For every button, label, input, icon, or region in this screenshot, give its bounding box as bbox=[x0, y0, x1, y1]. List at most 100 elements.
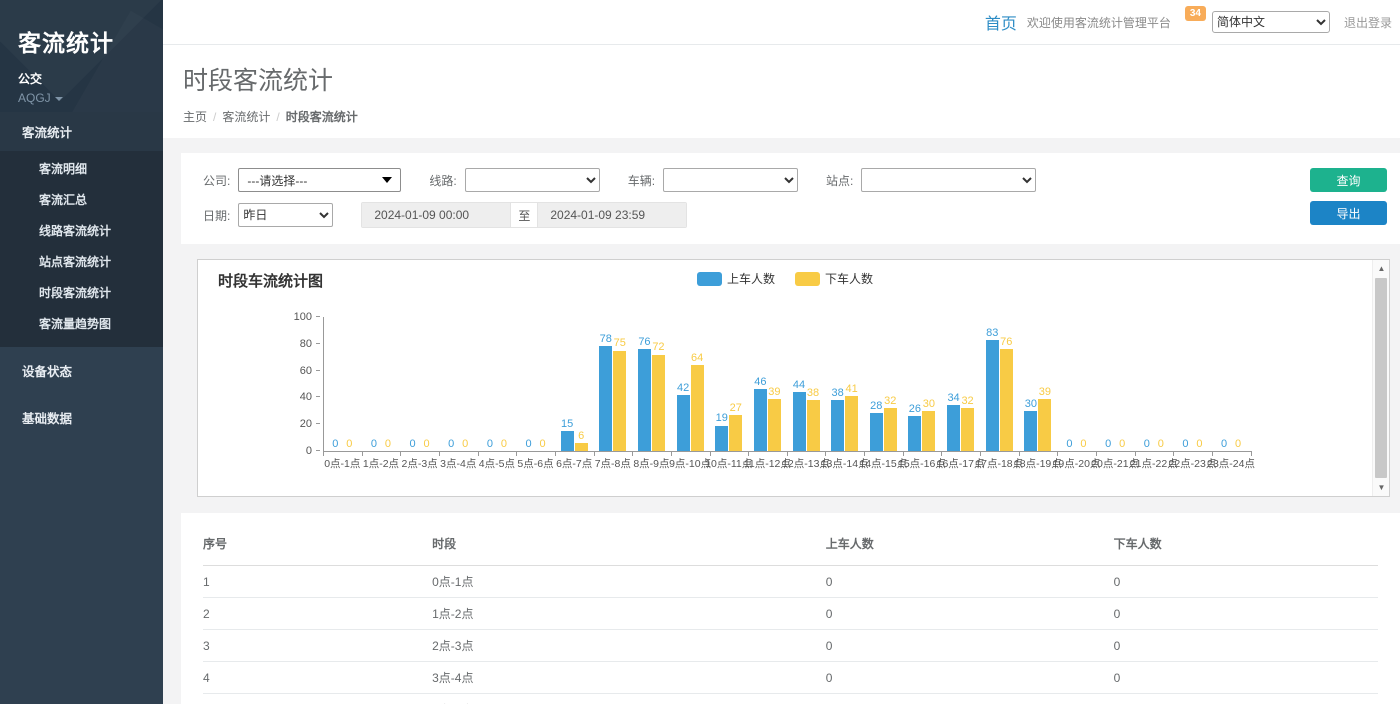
bar-下车人数[interactable] bbox=[691, 365, 704, 451]
bar-group: 30 bbox=[922, 317, 935, 451]
bar-value-label: 34 bbox=[947, 392, 959, 404]
account-dropdown[interactable]: AQGJ bbox=[18, 91, 163, 105]
sidebar-item-客流明细[interactable]: 客流明细 bbox=[0, 153, 163, 184]
bar-上车人数[interactable] bbox=[831, 400, 844, 451]
sidebar-item-站点客流统计[interactable]: 站点客流统计 bbox=[0, 246, 163, 277]
bar-group: 0 bbox=[420, 317, 433, 451]
date-end-input[interactable] bbox=[538, 203, 686, 227]
bar-value-label: 19 bbox=[716, 412, 728, 424]
bar-value-label: 75 bbox=[614, 337, 626, 349]
table-cell: 2点-3点 bbox=[432, 630, 826, 662]
sidebar-item-客流汇总[interactable]: 客流汇总 bbox=[0, 184, 163, 215]
bar-下车人数[interactable] bbox=[884, 408, 897, 451]
bar-value-label: 83 bbox=[986, 327, 998, 339]
x-axis-tick-mark bbox=[825, 452, 826, 456]
bar-上车人数[interactable] bbox=[947, 405, 960, 451]
breadcrumb-item[interactable]: 客流统计 bbox=[222, 110, 270, 124]
bar-上车人数[interactable] bbox=[677, 395, 690, 451]
bar-value-label: 27 bbox=[730, 402, 742, 414]
breadcrumb: 主页/客流统计/时段客流统计 bbox=[183, 108, 1400, 125]
y-axis-tick-mark bbox=[316, 316, 320, 317]
table-cell: 0 bbox=[1114, 694, 1378, 704]
bar-value-label: 42 bbox=[677, 382, 689, 394]
bar-group: 38 bbox=[807, 317, 820, 451]
chart-plot: 000点-1点001点-2点002点-3点003点-4点004点-5点005点-… bbox=[323, 317, 1250, 451]
bar-group: 64 bbox=[691, 317, 704, 451]
bar-group: 0 bbox=[367, 317, 380, 451]
y-axis-tick-label: 100 bbox=[294, 311, 312, 323]
bar-下车人数[interactable] bbox=[922, 411, 935, 451]
sidebar-section-0[interactable]: 客流统计 bbox=[0, 112, 163, 151]
legend-item-上车人数[interactable]: 上车人数 bbox=[697, 270, 775, 287]
sidebar-item-时段客流统计[interactable]: 时段客流统计 bbox=[0, 277, 163, 308]
notification-badge-wrap: 34 bbox=[1185, 14, 1206, 30]
legend-item-下车人数[interactable]: 下车人数 bbox=[795, 270, 873, 287]
bar-group: 42 bbox=[677, 317, 690, 451]
export-button[interactable]: 导出 bbox=[1310, 201, 1387, 225]
date-preset-select[interactable]: 昨日 bbox=[238, 203, 333, 227]
bar-上车人数[interactable] bbox=[908, 416, 921, 451]
chart-scrollbar[interactable]: ▲ ▼ bbox=[1372, 260, 1389, 496]
content: 公司: ---请选择--- 线路: 车辆: 站点: 日期: 昨日 至 bbox=[163, 138, 1400, 704]
date-label: 日期: bbox=[203, 207, 230, 224]
bar-group: 27 bbox=[729, 317, 742, 451]
chart-category-17点-18点: 837617点-18点 bbox=[980, 317, 1019, 451]
company-select[interactable]: ---请选择--- bbox=[238, 168, 401, 192]
bar-value-label: 30 bbox=[923, 398, 935, 410]
language-select[interactable]: 简体中文 bbox=[1212, 11, 1330, 33]
bar-value-label: 0 bbox=[1235, 438, 1241, 450]
bar-value-label: 0 bbox=[525, 438, 531, 450]
table-header-下车人数: 下车人数 bbox=[1114, 527, 1378, 566]
sidebar-item-客流量趋势图[interactable]: 客流量趋势图 bbox=[0, 308, 163, 339]
x-axis-tick-label: 0点-1点 bbox=[324, 456, 360, 471]
query-button[interactable]: 查询 bbox=[1310, 168, 1387, 192]
bar-上车人数[interactable] bbox=[986, 340, 999, 451]
bar-上车人数[interactable] bbox=[561, 431, 574, 451]
home-link[interactable]: 首页 bbox=[985, 10, 1017, 34]
breadcrumb-separator: / bbox=[213, 110, 216, 124]
logout-link[interactable]: 退出登录 bbox=[1344, 14, 1392, 31]
bar-上车人数[interactable] bbox=[793, 392, 806, 451]
line-select[interactable] bbox=[465, 168, 600, 192]
bar-下车人数[interactable] bbox=[845, 396, 858, 451]
station-select[interactable] bbox=[861, 168, 1036, 192]
notification-badge[interactable]: 34 bbox=[1185, 6, 1206, 21]
account-name: AQGJ bbox=[18, 91, 51, 105]
bar-下车人数[interactable] bbox=[807, 400, 820, 451]
period-stats-table: 序号时段上车人数下车人数 10点-1点0021点-2点0032点-3点0043点… bbox=[203, 527, 1378, 704]
scroll-up-icon[interactable]: ▲ bbox=[1373, 260, 1390, 277]
bar-下车人数[interactable] bbox=[1038, 399, 1051, 451]
scroll-down-icon[interactable]: ▼ bbox=[1373, 479, 1390, 496]
table-header-时段: 时段 bbox=[432, 527, 826, 566]
bar-上车人数[interactable] bbox=[638, 349, 651, 451]
bar-下车人数[interactable] bbox=[1000, 349, 1013, 451]
bar-上车人数[interactable] bbox=[870, 413, 883, 451]
bar-上车人数[interactable] bbox=[1024, 411, 1037, 451]
chart-category-3点-4点: 003点-4点 bbox=[439, 317, 478, 451]
bar-value-label: 38 bbox=[832, 387, 844, 399]
bar-下车人数[interactable] bbox=[652, 355, 665, 451]
filter-panel: 公司: ---请选择--- 线路: 车辆: 站点: 日期: 昨日 至 bbox=[181, 153, 1400, 244]
bar-下车人数[interactable] bbox=[961, 408, 974, 451]
bar-group: 0 bbox=[1077, 317, 1090, 451]
x-axis-tick-label: 3点-4点 bbox=[440, 456, 476, 471]
bar-上车人数[interactable] bbox=[754, 389, 767, 451]
date-start-input[interactable] bbox=[362, 203, 510, 227]
vehicle-select[interactable] bbox=[663, 168, 798, 192]
bar-value-label: 0 bbox=[1182, 438, 1188, 450]
scrollbar-thumb[interactable] bbox=[1375, 278, 1387, 478]
chart-category-10点-11点: 192710点-11点 bbox=[709, 317, 748, 451]
sidebar-section-2[interactable]: 基础数据 bbox=[0, 394, 163, 441]
breadcrumb-item[interactable]: 主页 bbox=[183, 110, 207, 124]
bar-上车人数[interactable] bbox=[715, 426, 728, 451]
sidebar-section-1[interactable]: 设备状态 bbox=[0, 347, 163, 394]
bar-上车人数[interactable] bbox=[599, 346, 612, 451]
bar-group: 44 bbox=[793, 317, 806, 451]
bar-value-label: 26 bbox=[909, 403, 921, 415]
bar-下车人数[interactable] bbox=[613, 351, 626, 452]
x-axis-tick-mark bbox=[864, 452, 865, 456]
bar-下车人数[interactable] bbox=[575, 443, 588, 451]
bar-下车人数[interactable] bbox=[729, 415, 742, 451]
sidebar-item-线路客流统计[interactable]: 线路客流统计 bbox=[0, 215, 163, 246]
bar-下车人数[interactable] bbox=[768, 399, 781, 451]
